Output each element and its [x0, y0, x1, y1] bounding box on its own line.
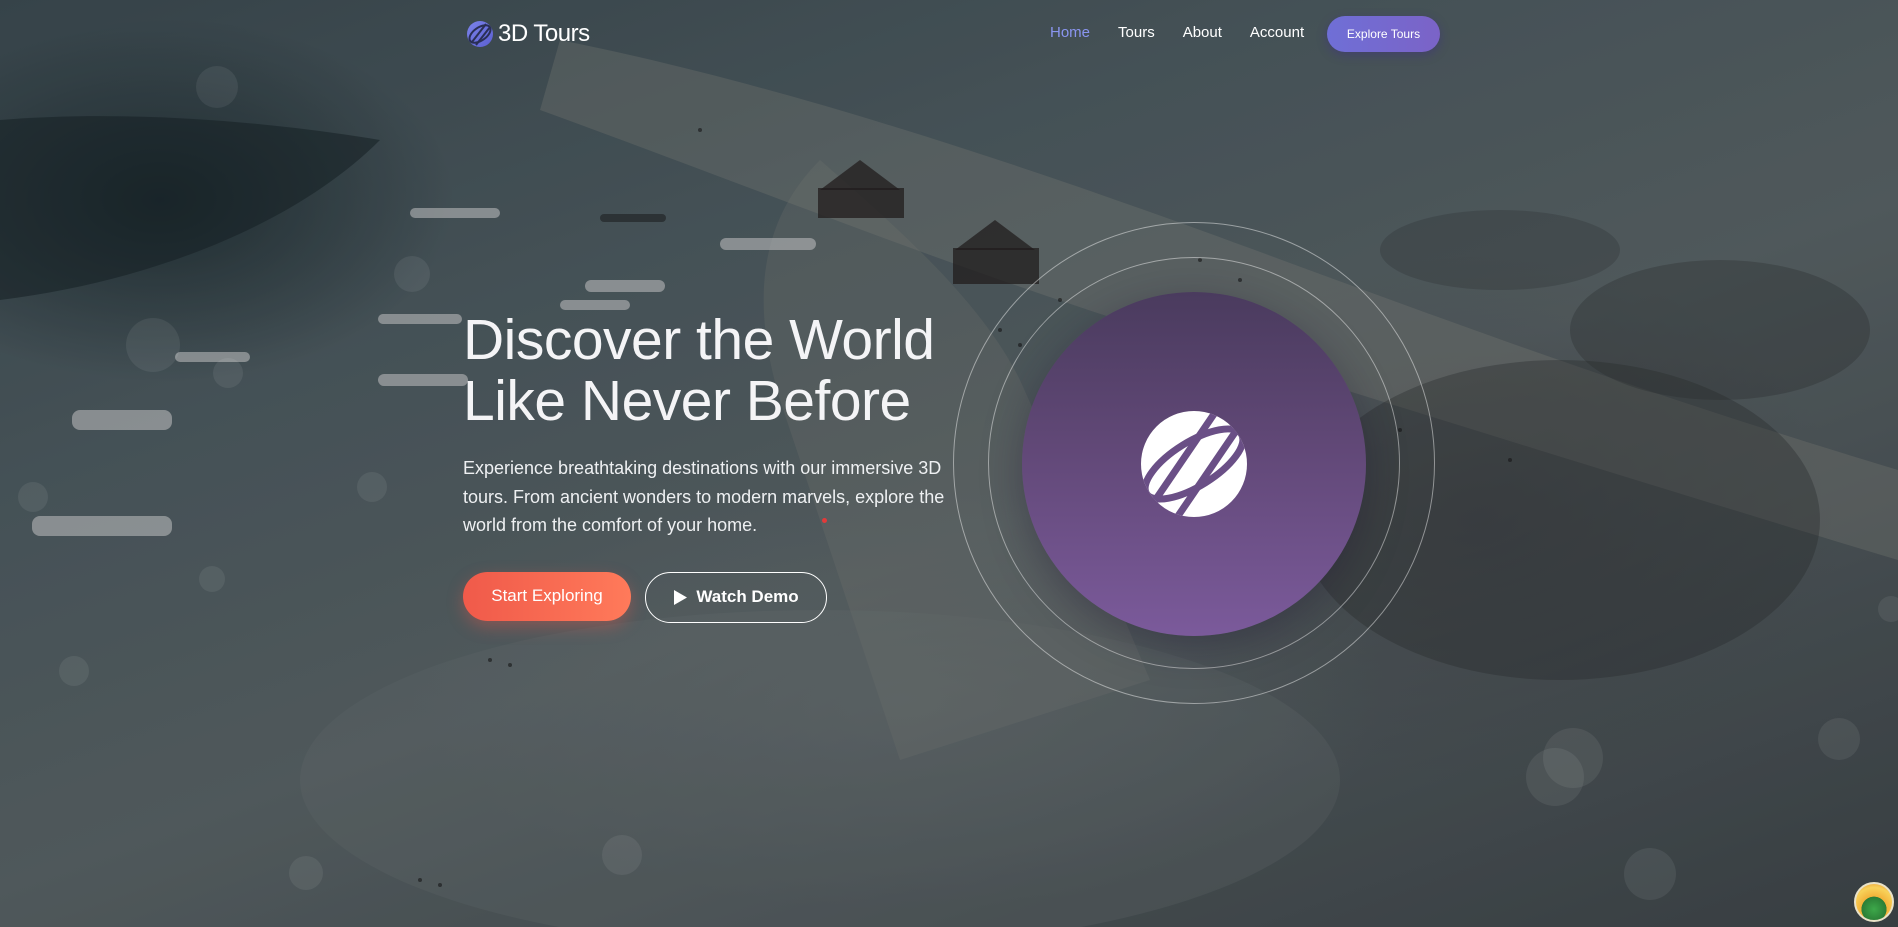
watch-demo-label: Watch Demo: [696, 587, 799, 606]
decor-bubble: [213, 358, 243, 388]
watch-demo-button[interactable]: Watch Demo: [645, 571, 827, 623]
play-icon: [674, 589, 688, 605]
globe-icon: [1141, 411, 1247, 517]
decor-bubble: [18, 482, 48, 512]
nav-account[interactable]: Account: [1250, 24, 1304, 41]
logo[interactable]: 3D Tours: [466, 20, 590, 48]
hero-buttons: Start Exploring Watch Demo: [463, 571, 983, 623]
decor-bubble: [602, 835, 642, 875]
nav-tours[interactable]: Tours: [1118, 24, 1155, 41]
decor-bubble: [289, 856, 323, 890]
hero-headline: Discover the World Like Never Before: [463, 310, 983, 432]
hero-content: Discover the World Like Never Before Exp…: [463, 310, 983, 623]
hero-section: 3D Tours Home Tours About Account Explor…: [0, 0, 1898, 927]
decor-bubble: [1624, 848, 1676, 900]
headline-line-1: Discover the World: [463, 308, 935, 372]
headline-line-2: Like Never Before: [463, 369, 911, 433]
nav-home[interactable]: Home: [1050, 24, 1090, 41]
decor-bubble: [199, 566, 225, 592]
decor-bubble: [196, 66, 238, 108]
main-menu: Home Tours About Account: [1050, 24, 1304, 41]
decor-bubble: [1878, 596, 1898, 622]
start-exploring-label: Start Exploring: [491, 586, 603, 605]
nav-about[interactable]: About: [1183, 24, 1222, 41]
globe-icon: [467, 21, 493, 47]
top-navbar: 3D Tours Home Tours About Account Explor…: [0, 0, 1898, 68]
decor-bubble: [1543, 728, 1603, 788]
decor-bubble: [59, 656, 89, 686]
decor-bubble: [357, 472, 387, 502]
hero-description: Experience breathtaking destinations wit…: [463, 458, 945, 535]
decor-bubble: [394, 256, 430, 292]
decor-bubble: [126, 318, 180, 372]
logo-text: 3D Tours: [498, 20, 590, 47]
start-exploring-button[interactable]: Start Exploring: [463, 571, 631, 621]
explore-tours-button[interactable]: Explore Tours: [1327, 16, 1440, 52]
decor-bubble: [1818, 718, 1860, 760]
globe-circle: [1022, 292, 1366, 636]
globe-visual: [953, 222, 1435, 704]
island-avatar-icon[interactable]: [1854, 882, 1894, 922]
